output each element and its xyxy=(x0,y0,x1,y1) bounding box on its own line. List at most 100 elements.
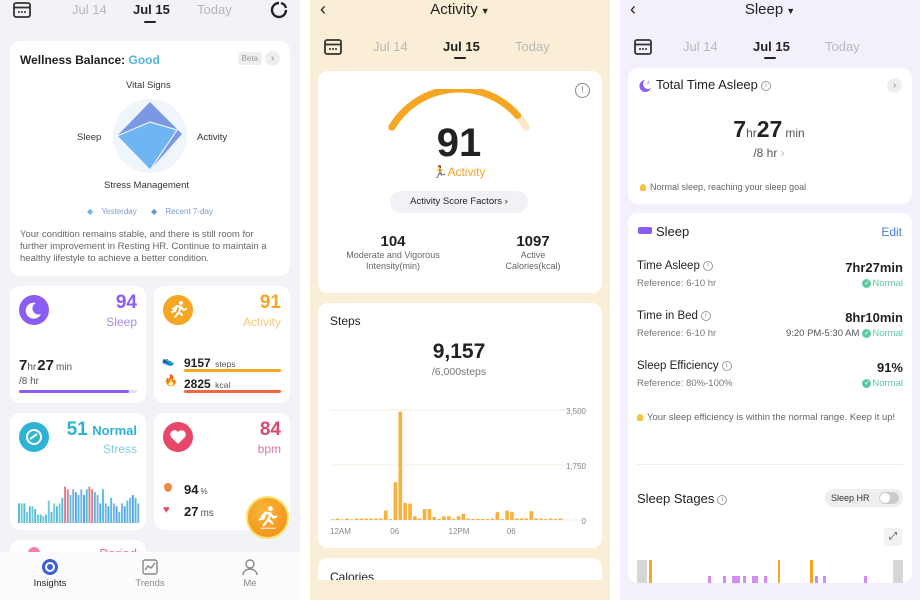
stress-gauge-icon xyxy=(19,422,49,452)
refresh-icon[interactable] xyxy=(270,1,288,19)
sleep-title-dropdown[interactable]: Sleep ▼ xyxy=(745,1,795,18)
calendar-icon[interactable] xyxy=(633,37,653,57)
step-bar xyxy=(379,518,383,520)
total-time-asleep-card[interactable]: z Total Time Asleep i › 7hr27 min /8 hr › … xyxy=(628,68,912,204)
chevron-right-icon: › xyxy=(780,146,785,160)
step-bar xyxy=(374,518,378,520)
step-bar xyxy=(354,518,359,520)
info-icon[interactable]: i xyxy=(721,360,732,371)
stage-rem xyxy=(764,576,767,583)
stress-bar xyxy=(83,495,85,523)
date-tab-today[interactable]: Today xyxy=(197,2,232,17)
stress-bar xyxy=(131,495,134,523)
time-asleep-status: ✓ Normal xyxy=(862,278,903,289)
activity-score-factors-button[interactable]: Activity Score Factors › xyxy=(390,191,528,213)
calendar-icon[interactable] xyxy=(323,37,343,57)
x-tick-label: 12AM xyxy=(330,527,351,536)
total-time-asleep-title: Total Time Asleep i xyxy=(656,77,771,92)
activity-score-label: 🏃Activity xyxy=(432,165,486,179)
stress-bar xyxy=(42,516,45,523)
wellness-description: Your condition remains stable, and there… xyxy=(20,229,267,264)
date-tab-jul15[interactable]: Jul 15 xyxy=(133,2,170,17)
info-icon[interactable]: i xyxy=(717,494,728,505)
selected-date-indicator xyxy=(764,57,776,59)
y-tick-label: 1,750 xyxy=(566,462,587,471)
moon-icon: z xyxy=(19,295,49,325)
activity-title-dropdown[interactable]: Activity ▼ xyxy=(430,1,489,18)
step-bar xyxy=(558,518,563,520)
start-workout-button[interactable] xyxy=(246,496,289,539)
nav-trends[interactable]: Trends xyxy=(115,558,185,589)
info-icon[interactable]: i xyxy=(700,310,711,321)
date-tab-jul14[interactable]: Jul 14 xyxy=(72,2,107,17)
stress-bar xyxy=(77,495,80,523)
info-icon[interactable]: i xyxy=(760,80,771,91)
stage-rem xyxy=(864,576,867,583)
radar-label-vital-signs: Vital Signs xyxy=(126,80,171,91)
date-tab-today[interactable]: Today xyxy=(825,39,860,54)
sleep-card[interactable]: z 94 Sleep 7hr27 min /8 hr xyxy=(10,286,146,403)
expand-icon[interactable]: ⤢ xyxy=(884,528,902,546)
insights-panel: Jul 14 Jul 15 Today Wellness Balance: Go… xyxy=(0,0,300,600)
activity-card[interactable]: 91 Activity 👟 9157 steps 🔥 2825 kcal xyxy=(154,286,290,403)
heart-rate-unit: bpm xyxy=(257,442,281,456)
stress-card[interactable]: 51 Normal Stress xyxy=(10,413,146,530)
info-icon[interactable]: i xyxy=(702,260,713,271)
trends-icon xyxy=(142,559,158,575)
date-tab-jul15[interactable]: Jul 15 xyxy=(443,39,480,54)
stress-bar xyxy=(91,489,94,523)
calendar-icon[interactable] xyxy=(12,0,32,20)
stress-bar xyxy=(93,492,96,523)
date-tab-jul14[interactable]: Jul 14 xyxy=(373,39,408,54)
sleep-progress-fill xyxy=(19,390,129,393)
lightbulb-icon xyxy=(637,413,643,421)
stress-bar xyxy=(74,492,77,523)
stress-bar xyxy=(126,500,129,523)
edit-button[interactable]: Edit xyxy=(881,225,902,239)
stress-bar xyxy=(31,506,34,523)
time-asleep-reference: Reference: 6-10 hr xyxy=(637,278,717,289)
stress-bar xyxy=(45,514,48,523)
sleep-goal[interactable]: /8 hr › xyxy=(628,146,910,160)
radar-label-activity: Activity xyxy=(197,132,228,143)
chevron-right-icon[interactable]: › xyxy=(887,78,902,93)
wellness-balance-card[interactable]: Wellness Balance: Good Beta › Vital Sign… xyxy=(10,41,290,276)
date-tab-jul14[interactable]: Jul 14 xyxy=(683,39,718,54)
sleep-hr-toggle[interactable]: Sleep HR xyxy=(825,489,903,507)
nav-insights[interactable]: Insights xyxy=(15,558,85,589)
date-bar: Jul 14 Jul 15 Today xyxy=(0,0,300,40)
stress-bar xyxy=(107,506,110,523)
sleep-efficiency-tip: Your sleep efficiency is within the norm… xyxy=(637,412,902,424)
stress-bar xyxy=(72,489,75,523)
check-icon: ✓ xyxy=(862,278,872,288)
stage-rem xyxy=(723,576,726,583)
stress-bar xyxy=(115,506,118,523)
stage-rem xyxy=(732,576,740,583)
chevron-right-icon[interactable]: › xyxy=(265,51,280,66)
stress-bar xyxy=(26,511,29,523)
step-bar xyxy=(335,518,340,520)
stress-bar xyxy=(50,511,53,523)
stress-label: Stress xyxy=(102,442,137,456)
toggle-switch[interactable] xyxy=(879,492,899,504)
intensity-stat: 104 Moderate and Vigorous Intensity(min) xyxy=(346,233,440,271)
info-icon[interactable]: ! xyxy=(575,83,590,98)
step-bar xyxy=(514,518,519,520)
back-arrow-icon[interactable]: ‹ xyxy=(630,0,636,20)
date-tab-today[interactable]: Today xyxy=(515,39,550,54)
date-tab-jul15[interactable]: Jul 15 xyxy=(753,39,790,54)
sleep-header: ‹ Sleep ▼ xyxy=(620,0,920,20)
step-bar xyxy=(461,513,466,520)
bottom-fade xyxy=(620,583,920,600)
step-bar xyxy=(417,518,422,520)
nav-me[interactable]: Me xyxy=(215,558,285,589)
stress-bar xyxy=(85,489,88,523)
caret-down-icon: ▼ xyxy=(786,6,796,16)
stage-awake-outside xyxy=(637,560,647,583)
stress-bar xyxy=(112,503,115,523)
legend-yesterday: ◆ Yesterday xyxy=(87,207,137,216)
steps-bar-chart: 3,500 1,750 0 12AM 06 12PM 06 xyxy=(330,407,588,536)
back-arrow-icon[interactable]: ‹ xyxy=(320,0,326,20)
sleep-panel: ‹ Sleep ▼ Jul 14 Jul 15 Today z Total Tim… xyxy=(620,0,920,600)
sleep-progress-track xyxy=(19,390,137,393)
